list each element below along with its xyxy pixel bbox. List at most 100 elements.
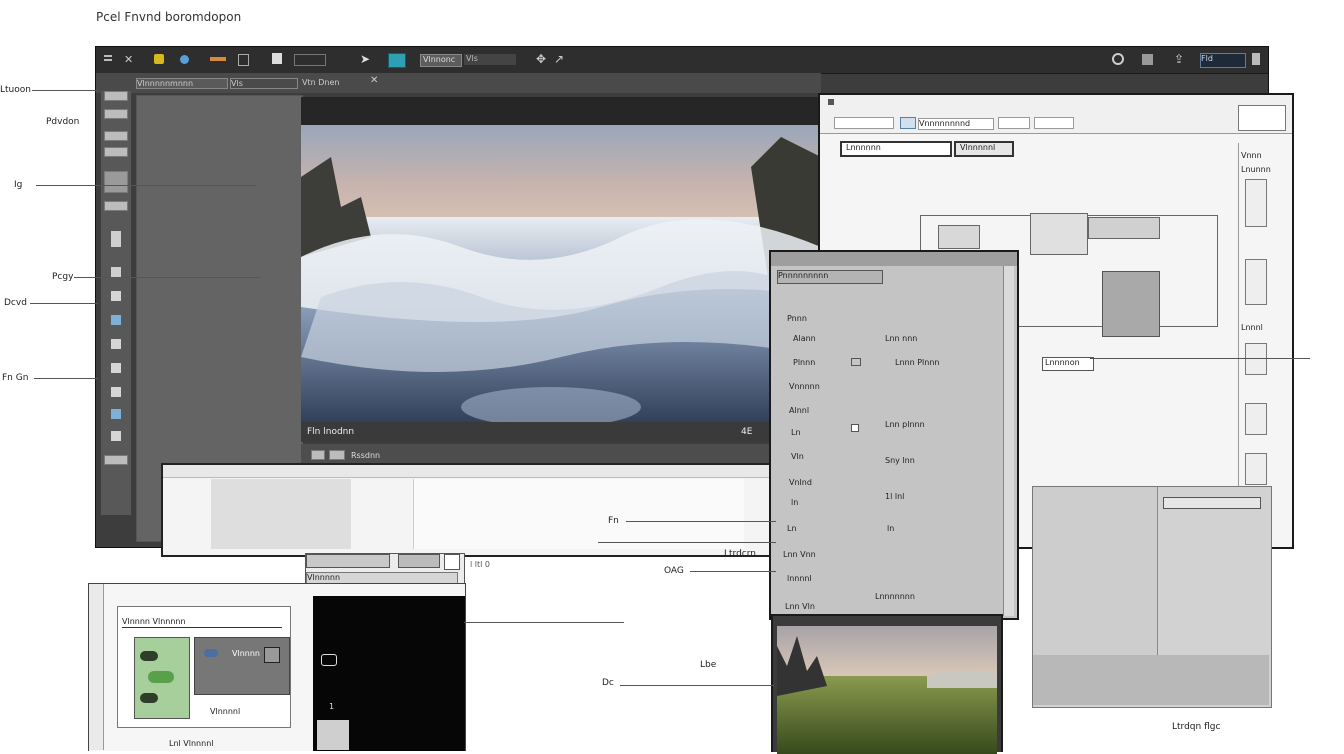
tool-icon[interactable] (111, 387, 121, 397)
color-tool-icon[interactable] (154, 54, 164, 64)
callout-line (690, 571, 776, 572)
callout-line (620, 685, 774, 686)
property-value[interactable]: 1l lnl (885, 492, 904, 501)
mini-play-icon[interactable] (264, 647, 280, 663)
tool-button[interactable] (104, 201, 128, 211)
doc-field[interactable] (1034, 117, 1074, 129)
doc-toolbar-field[interactable]: Vnnnnnnnnd (918, 118, 994, 130)
tool-icon[interactable] (111, 291, 121, 301)
inspector-header-field[interactable] (1163, 497, 1261, 509)
doc-tab[interactable]: Vlnnnnnl (954, 141, 1014, 157)
property-value[interactable]: Lnnnnnnn (875, 592, 915, 601)
tool-icon[interactable] (111, 315, 121, 325)
tool-icon[interactable] (111, 339, 121, 349)
doc-field[interactable] (998, 117, 1030, 129)
tool-button[interactable] (104, 171, 128, 193)
tool-button[interactable] (104, 109, 128, 119)
menu-item[interactable]: Vlnnnnnmnnn (136, 78, 228, 89)
crop-tool-icon[interactable] (238, 54, 249, 66)
callout-label: Ig (14, 180, 23, 190)
doc-button[interactable]: Lnnnnon (1042, 357, 1094, 371)
diagram-block (1030, 213, 1088, 255)
timeline-button[interactable] (311, 450, 325, 460)
arrow-tool-icon[interactable]: ➤ (360, 52, 370, 66)
properties-header: Pnnnnnnnnn (777, 270, 883, 284)
menu-icon[interactable] (104, 55, 112, 57)
tool-icon[interactable] (111, 363, 121, 373)
viewer-caption: Fln lnodnn (307, 427, 355, 437)
doc-right-icon[interactable] (1238, 105, 1286, 131)
mini-window-item[interactable]: Vlnnnnl (210, 707, 240, 716)
cross-tool-icon[interactable]: ✕ (124, 53, 136, 66)
callout-line (30, 303, 98, 304)
doc-side-thumb[interactable] (1245, 453, 1267, 485)
tool-icon[interactable] (111, 409, 121, 419)
menu-item[interactable]: Vls (230, 78, 298, 89)
grid-tool-icon[interactable] (294, 54, 326, 66)
property-value[interactable]: Lnn nnn (885, 334, 917, 343)
mode-value-field[interactable]: Vls (464, 54, 516, 65)
doc-side-thumb[interactable] (1245, 343, 1267, 375)
property-value[interactable]: Lnn plnnn (885, 420, 925, 429)
doc-small-icon[interactable] (828, 99, 834, 105)
mode-dropdown[interactable]: Vlnnonc (420, 54, 462, 67)
transform-tool-icon[interactable] (272, 53, 282, 64)
layout-icon[interactable] (1142, 54, 1153, 65)
tool-icon[interactable] (111, 431, 121, 441)
view-toggle-button[interactable] (388, 53, 406, 68)
black-area-white-icon (321, 654, 337, 666)
property-label: Lnn Vnn (783, 550, 816, 559)
doc-field[interactable] (834, 117, 894, 129)
small-window-field[interactable] (306, 554, 390, 568)
black-area-thumb[interactable] (317, 720, 349, 750)
callout-line (36, 185, 256, 186)
tool-button[interactable] (104, 91, 128, 101)
small-window-icon[interactable] (444, 554, 460, 570)
doc-field-blue[interactable] (900, 117, 916, 129)
property-value[interactable]: Lnnn Plnnn (895, 358, 939, 367)
doc-side-thumb[interactable] (1245, 259, 1267, 305)
menu-close-icon[interactable]: ✕ (370, 75, 378, 86)
property-label: Lnn Vln (785, 602, 815, 611)
property-value[interactable]: ln (887, 524, 894, 533)
move-tool-icon[interactable]: ✥ (536, 52, 546, 66)
window-close-icon[interactable] (1252, 53, 1260, 65)
properties-scrollbar[interactable] (1003, 266, 1014, 616)
property-label: Alann (793, 334, 816, 343)
callout-label: Lbe (700, 660, 717, 670)
export-icon[interactable]: ⇪ (1174, 52, 1184, 66)
tool-button[interactable] (104, 455, 128, 465)
callout-label: Pdvdon (46, 117, 80, 127)
light-window-block (211, 479, 351, 549)
bottom-panel-counter: 1 (329, 702, 335, 711)
callout-line (74, 277, 260, 278)
landscape-image (777, 626, 997, 754)
property-checkbox[interactable] (851, 424, 859, 432)
property-toggle[interactable] (851, 358, 861, 366)
small-window-field[interactable] (398, 554, 440, 568)
menu-item[interactable]: Vtn Dnen (302, 78, 362, 87)
tool-icon[interactable] (111, 231, 121, 247)
mini-folder-icon[interactable] (148, 671, 174, 683)
mini-blue-icon[interactable] (204, 649, 218, 657)
property-value[interactable]: Sny lnn (885, 456, 915, 465)
property-label: Vln (791, 452, 804, 461)
brush-tool-icon[interactable] (180, 55, 189, 64)
pencil-tool-icon[interactable] (210, 57, 226, 61)
settings-icon[interactable] (1112, 53, 1124, 65)
main-toolbar: ✕ ➤ Vlnnonc Vls ✥ ↗ ⇪ Fld (96, 47, 1268, 74)
doc-tab[interactable]: Lnnnnnn (840, 141, 952, 157)
mini-folder-icon[interactable] (140, 651, 158, 661)
doc-side-thumb[interactable] (1245, 403, 1267, 435)
pointer-tool-icon[interactable]: ↗ (554, 52, 564, 66)
tool-icon[interactable] (111, 267, 121, 277)
timeline-button[interactable] (329, 450, 345, 460)
doc-sidebar: Vnnn Lnunnn Lnnnl (1238, 143, 1291, 543)
mini-window-item[interactable]: Vlnnnn (232, 649, 260, 658)
toolbar-right-field[interactable]: Fld (1200, 53, 1246, 68)
mini-folder-icon[interactable] (140, 693, 158, 703)
bottom-panel-ruler (89, 584, 104, 750)
tool-button[interactable] (104, 147, 128, 157)
tool-button[interactable] (104, 131, 128, 141)
doc-side-thumb[interactable] (1245, 179, 1267, 227)
